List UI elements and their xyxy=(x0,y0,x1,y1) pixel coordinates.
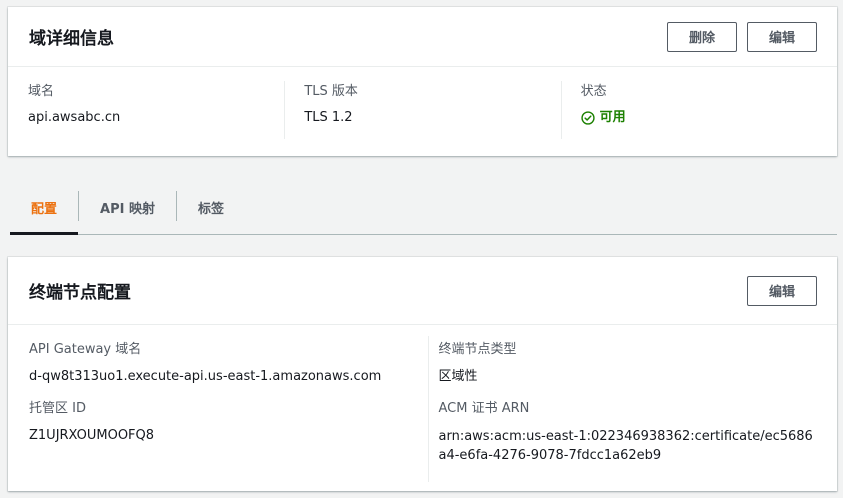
field-label: 域名 xyxy=(28,84,55,99)
check-circle-icon xyxy=(581,111,595,125)
edit-domain-button[interactable]: 编辑 xyxy=(747,21,817,52)
domain-details-panel: 域详细信息 删除 编辑 域名 api.awsabc.cn TLS 版本 TLS … xyxy=(8,7,837,156)
tab-bar: 配置 API 映射 标签 xyxy=(10,186,837,235)
field-label: 终端节点类型 xyxy=(438,342,517,357)
field-value: d-qw8t313uo1.execute-api.us-east-1.amazo… xyxy=(29,369,382,384)
tab-api-mappings[interactable]: API 映射 xyxy=(79,186,176,234)
status-field: 状态 可用 xyxy=(560,67,837,155)
field-value: api.awsabc.cn xyxy=(28,110,121,125)
acm-certificate-arn-field: ACM 证书 ARN arn:aws:acm:us-east-1:0223469… xyxy=(439,400,818,465)
api-gateway-domain-field: API Gateway 域名 d-qw8t313uo1.execute-api.… xyxy=(29,341,408,386)
panel-title: 域详细信息 xyxy=(29,29,114,49)
domain-name-field: 域名 api.awsabc.cn xyxy=(8,67,284,155)
endpoint-config-header: 终端节点配置 编辑 xyxy=(8,257,837,325)
tls-version-field: TLS 版本 TLS 1.2 xyxy=(284,67,560,155)
hosted-zone-id-field: 托管区 ID Z1UJRXOUMOOFQ8 xyxy=(29,400,408,445)
domain-details-header: 域详细信息 删除 编辑 xyxy=(8,7,837,67)
endpoint-config-panel: 终端节点配置 编辑 API Gateway 域名 d-qw8t313uo1.ex… xyxy=(8,257,837,491)
field-label: TLS 版本 xyxy=(304,84,358,99)
endpoint-left-column: API Gateway 域名 d-qw8t313uo1.execute-api.… xyxy=(8,325,428,491)
field-label: 托管区 ID xyxy=(29,401,86,416)
endpoint-config-fields: API Gateway 域名 d-qw8t313uo1.execute-api.… xyxy=(8,325,837,491)
tab-tags[interactable]: 标签 xyxy=(177,186,245,234)
status-text: 可用 xyxy=(599,110,626,125)
field-value: 区域性 xyxy=(438,369,478,384)
delete-button[interactable]: 删除 xyxy=(667,21,737,52)
edit-endpoint-button[interactable]: 编辑 xyxy=(747,275,817,306)
tab-configuration[interactable]: 配置 xyxy=(10,186,79,235)
endpoint-type-field: 终端节点类型 区域性 xyxy=(439,341,818,386)
field-label: API Gateway 域名 xyxy=(29,342,142,357)
status-badge: 可用 xyxy=(581,109,817,127)
field-label: ACM 证书 ARN xyxy=(438,401,530,416)
field-value: Z1UJRXOUMOOFQ8 xyxy=(29,428,155,443)
field-value: arn:aws:acm:us-east-1:022346938362:certi… xyxy=(438,429,813,463)
domain-details-fields: 域名 api.awsabc.cn TLS 版本 TLS 1.2 状态 可用 xyxy=(8,67,837,155)
panel-title: 终端节点配置 xyxy=(29,283,131,303)
header-actions: 删除 编辑 xyxy=(667,21,817,52)
field-value: TLS 1.2 xyxy=(304,110,353,125)
endpoint-right-column: 终端节点类型 区域性 ACM 证书 ARN arn:aws:acm:us-eas… xyxy=(427,325,838,491)
field-label: 状态 xyxy=(580,84,607,99)
